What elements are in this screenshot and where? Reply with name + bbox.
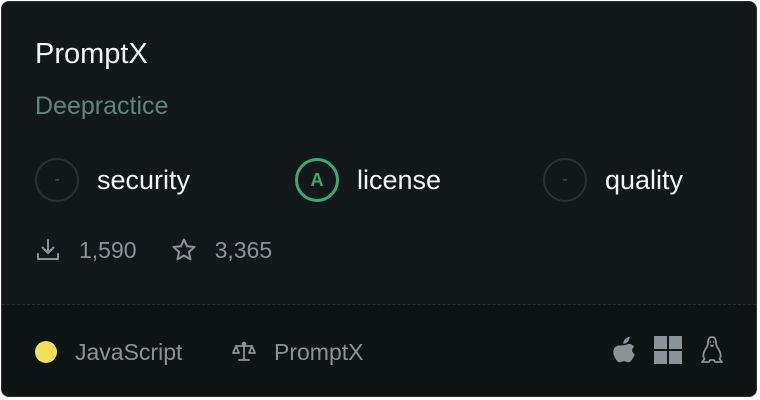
apple-icon bbox=[610, 335, 638, 365]
language-color-dot bbox=[35, 341, 57, 363]
scale-icon bbox=[231, 339, 257, 365]
license-label: PromptX bbox=[274, 338, 364, 365]
license-info: PromptX bbox=[231, 336, 363, 368]
score-security: - security bbox=[35, 156, 190, 204]
platform-icons bbox=[610, 335, 726, 365]
package-stats: 1,590 3,365 bbox=[35, 232, 272, 268]
windows-icon bbox=[654, 335, 682, 365]
security-grade-badge: - bbox=[35, 158, 79, 202]
star-icon bbox=[171, 237, 197, 263]
language-label: JavaScript bbox=[75, 338, 183, 365]
score-license: A license bbox=[295, 156, 441, 204]
package-name[interactable]: PromptX bbox=[35, 36, 148, 72]
score-label-security: security bbox=[97, 164, 191, 195]
package-author[interactable]: Deepractice bbox=[35, 90, 168, 122]
language-info: JavaScript bbox=[35, 336, 182, 368]
license-grade-badge: A bbox=[295, 158, 339, 202]
linux-icon bbox=[698, 335, 726, 365]
card-footer: JavaScript PromptX bbox=[2, 305, 756, 396]
score-label-license: license bbox=[357, 164, 442, 195]
score-quality: - quality bbox=[543, 156, 683, 204]
quality-grade-badge: - bbox=[543, 158, 587, 202]
download-icon bbox=[35, 237, 61, 263]
score-label-quality: quality bbox=[605, 164, 684, 195]
package-card[interactable]: PromptX Deepractice - security A license… bbox=[1, 1, 757, 397]
star-count: 3,365 bbox=[214, 236, 273, 263]
download-count: 1,590 bbox=[79, 236, 137, 263]
